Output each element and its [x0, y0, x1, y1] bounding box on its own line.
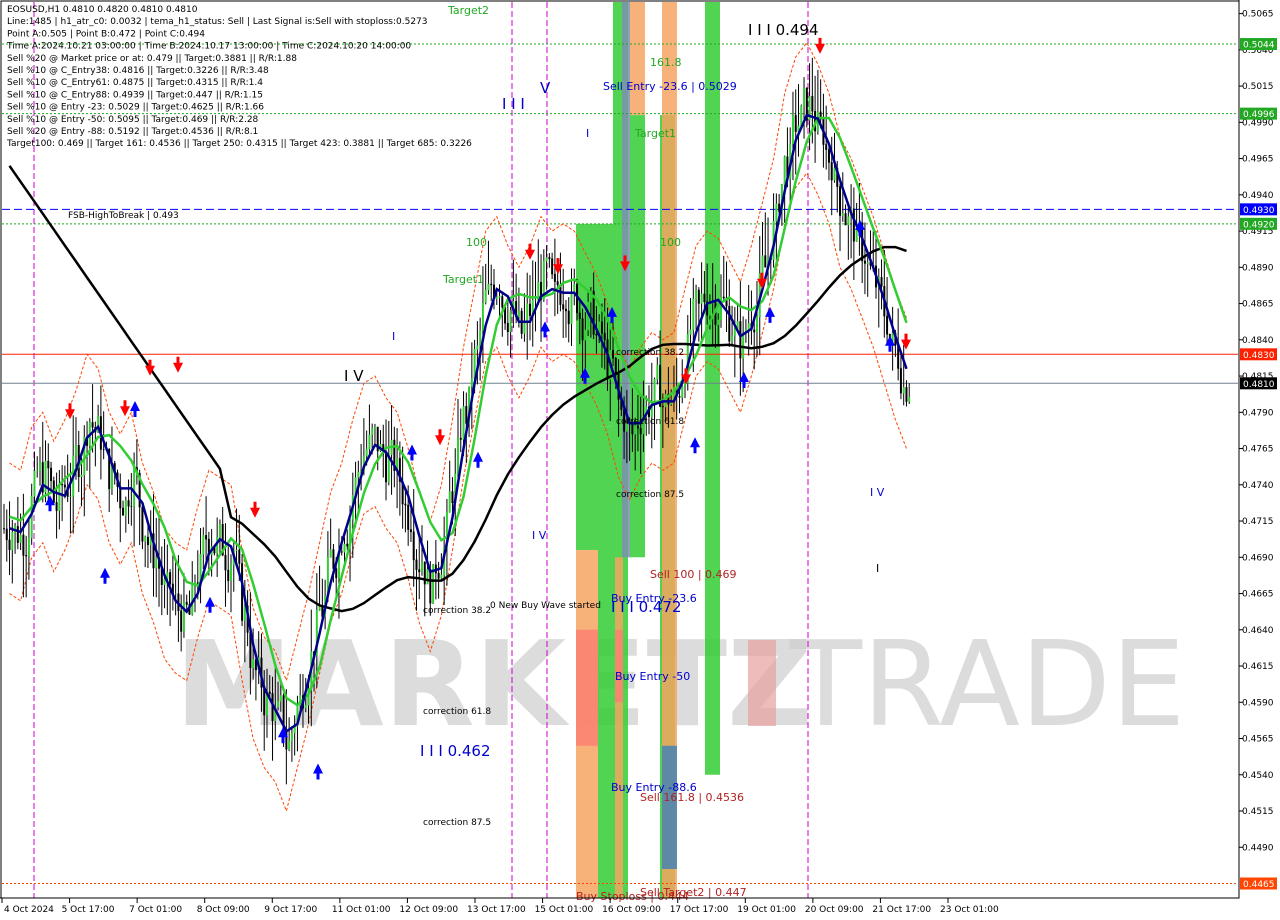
y-tick-label-23: 0.4490: [1242, 843, 1274, 853]
x-tick-label-2: 7 Oct 01:00: [129, 905, 182, 915]
x-tick-label-3: 8 Oct 09:00: [197, 905, 250, 915]
annotation-25: Buy Entry -50: [615, 670, 690, 683]
y-tick-label-21: 0.4540: [1242, 771, 1274, 781]
price-label-4: 0.4830: [1243, 351, 1275, 361]
info-line-4: Sell %20 @ Market price or at: 0.479 || …: [7, 54, 297, 64]
info-line-5: Sell %10 @ C_Entry38: 0.4816 || Target:0…: [7, 66, 269, 76]
price-label-0: 0.5044: [1243, 41, 1275, 51]
y-tick-label-19: 0.4590: [1242, 698, 1274, 708]
info-line-10: Sell %20 @ Entry -88: 0.5192 || Target:0…: [7, 127, 258, 137]
annotation-32: Buy Stoploss | 0.444: [576, 890, 689, 903]
y-tick-label-8: 0.4865: [1242, 300, 1274, 310]
info-line-2: Point A:0.505 | Point B:0.472 | Point C:…: [7, 29, 205, 39]
info-line-0: EOSUSD,H1 0.4810 0.4820 0.4810 0.4810: [7, 5, 198, 15]
zone-9: [630, 2, 645, 116]
y-tick-label-2: 0.5015: [1242, 82, 1274, 92]
info-line-9: Sell %10 @ Entry -50: 0.5095 || Target:0…: [7, 115, 259, 125]
y-tick-label-15: 0.4690: [1242, 553, 1274, 563]
y-tick-label-7: 0.4890: [1242, 263, 1274, 273]
annotation-17: I V: [532, 529, 547, 542]
annotation-21: correction 38.2: [423, 606, 491, 616]
annotation-14: correction 38.2: [616, 348, 684, 358]
info-line-7: Sell %10 @ C_Entry88: 0.4939 || Target:0…: [7, 90, 263, 100]
y-tick-label-4: 0.4965: [1242, 155, 1274, 165]
annotation-7: Target1: [634, 127, 676, 140]
x-tick-label-4: 9 Oct 17:00: [264, 905, 317, 915]
annotation-16: correction 87.5: [616, 490, 684, 500]
watermark-right: TRADE: [789, 615, 1185, 753]
annotation-8: FSB-HighToBreak | 0.493: [68, 211, 179, 221]
x-tick-label-11: 19 Oct 01:00: [737, 905, 796, 915]
zone-2: [576, 629, 598, 746]
y-tick-label-13: 0.4740: [1242, 481, 1274, 491]
y-tick-label-12: 0.4765: [1242, 445, 1274, 455]
annotation-9: 100: [466, 236, 487, 249]
x-tick-label-1: 5 Oct 17:00: [62, 905, 115, 915]
info-line-6: Sell %10 @ C_Entry61: 0.4875 || Target:0…: [7, 78, 263, 88]
annotation-12: I: [392, 330, 395, 343]
annotation-18: I V: [870, 486, 885, 499]
annotation-11: 100: [660, 236, 681, 249]
y-tick-label-14: 0.4715: [1242, 517, 1274, 527]
x-tick-label-14: 23 Oct 01:00: [940, 905, 999, 915]
x-tick-label-0: 4 Oct 2024: [4, 905, 54, 915]
y-tick-label-22: 0.4515: [1242, 807, 1274, 817]
annotation-29: Sell 161.8 | 0.4536: [640, 791, 744, 804]
x-tick-label-10: 17 Oct 17:00: [670, 905, 729, 915]
x-tick-label-6: 12 Oct 09:00: [399, 905, 458, 915]
price-label-6: 0.4465: [1243, 880, 1275, 890]
y-tick-label-17: 0.4640: [1242, 626, 1274, 636]
y-tick-label-20: 0.4565: [1242, 735, 1274, 745]
annotation-0: Target2: [447, 4, 489, 17]
annotation-13: I V: [344, 367, 364, 385]
annotation-10: Target1: [442, 273, 484, 286]
x-tick-label-13: 21 Oct 17:00: [872, 905, 931, 915]
zone-0: [576, 223, 598, 551]
watermark-bar: [748, 640, 776, 726]
price-label-3: 0.4920: [1243, 220, 1275, 230]
y-tick-label-5: 0.4940: [1242, 191, 1274, 201]
annotation-30: correction 87.5: [423, 818, 491, 828]
x-tick-label-8: 15 Oct 01:00: [535, 905, 594, 915]
annotation-22: 0 New Buy Wave started: [490, 601, 601, 611]
y-tick-label-9: 0.4840: [1242, 336, 1274, 346]
annotation-3: Sell Entry -23.6 | 0.5029: [603, 80, 737, 93]
annotation-4: I I I: [502, 95, 525, 113]
price-chart: MARKETZ TRADE Target2I I I 0.494161.8Sel…: [0, 0, 1280, 920]
x-tick-label-9: 16 Oct 09:00: [602, 905, 661, 915]
x-tick-label-12: 20 Oct 09:00: [805, 905, 864, 915]
y-tick-label-0: 0.5065: [1242, 10, 1274, 20]
annotation-5: V: [540, 79, 551, 97]
info-line-1: Line:1485 | h1_atr_c0: 0.0032 | tema_h1_…: [7, 17, 428, 27]
y-tick-label-11: 0.4790: [1242, 408, 1274, 418]
price-label-1: 0.4996: [1243, 110, 1275, 120]
x-tick-label-7: 13 Oct 17:00: [467, 905, 526, 915]
price-label-5: 0.4810: [1243, 380, 1275, 390]
zone-7: [615, 629, 623, 703]
zone-4: [598, 426, 613, 898]
annotation-27: I I I 0.462: [420, 742, 491, 760]
y-tick-label-18: 0.4615: [1242, 662, 1274, 672]
price-label-2: 0.4930: [1243, 206, 1275, 216]
annotation-19: I: [876, 562, 879, 575]
info-line-11: Target100: 0.469 || Target 161: 0.4536 |…: [6, 139, 472, 149]
zone-13: [662, 745, 677, 870]
y-tick-label-16: 0.4665: [1242, 590, 1274, 600]
annotation-1: I I I 0.494: [748, 21, 819, 39]
annotation-24: Buy Entry -23.6: [611, 592, 697, 605]
info-line-8: Sell %10 @ Entry -23: 0.5029 || Target:0…: [7, 103, 264, 113]
x-tick-label-5: 11 Oct 01:00: [332, 905, 391, 915]
annotation-6: I: [586, 127, 589, 140]
annotation-15: correction 61.8: [616, 417, 684, 427]
annotation-26: correction 61.8: [423, 707, 491, 717]
annotation-2: 161.8: [650, 56, 682, 69]
zone-14: [705, 2, 720, 775]
info-line-3: Time A:2024.10.21 03:00:00 | Time B:2024…: [6, 42, 411, 52]
annotation-20: Sell 100 | 0.469: [650, 568, 737, 581]
